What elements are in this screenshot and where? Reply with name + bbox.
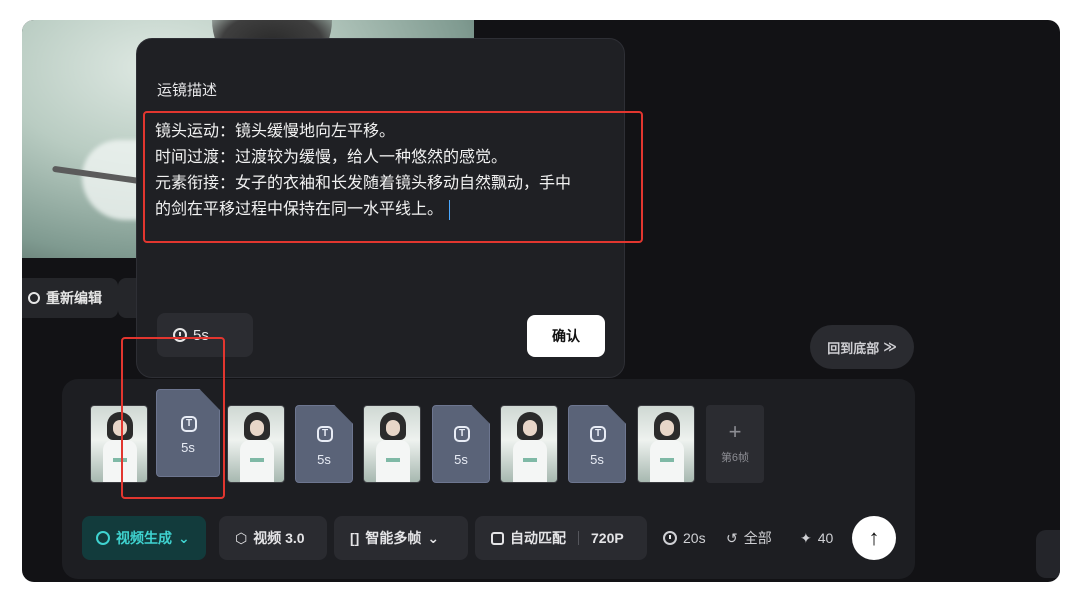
thumb-face [660, 420, 674, 436]
transition-duration: 5s [181, 440, 195, 455]
mode-select[interactable]: 视频生成 ⌄ [82, 516, 206, 560]
transition-duration: 5s [590, 452, 604, 467]
thumb-face [386, 420, 400, 436]
chevron-down-icon: ⌄ [178, 529, 190, 546]
mode-label: 视频生成 [116, 530, 172, 546]
submit-button[interactable]: ↑ [852, 516, 896, 560]
refresh-icon [28, 292, 40, 304]
reedit-label: 重新编辑 [46, 290, 102, 306]
description-textarea[interactable]: 镜头运动：镜头缓慢地向左平移。 时间过渡：过渡较为缓慢，给人一种悠然的感觉。 元… [143, 111, 643, 243]
scope-select[interactable]: ↺ 全部 [726, 516, 772, 560]
transition-card[interactable]: T 5s [295, 405, 353, 483]
model-label: 视频 3.0 [253, 530, 305, 546]
frame-thumbnail[interactable] [363, 405, 421, 483]
thumb-belt [250, 458, 264, 462]
text-icon: T [317, 426, 333, 442]
duration-selector[interactable]: 5s [157, 313, 253, 357]
model-select[interactable]: ⬡ 视频 3.0 [219, 516, 327, 560]
arrow-up-icon: ↑ [868, 525, 880, 550]
back-to-bottom-button[interactable]: 回到底部 ≫ [810, 325, 914, 369]
thumb-belt [660, 458, 674, 462]
description-line: 镜头运动：镜头缓慢地向左平移。 [155, 123, 396, 140]
popup-title: 运镜描述 [157, 82, 218, 99]
text-icon: T [454, 426, 470, 442]
transition-card[interactable]: T 5s [568, 405, 626, 483]
duration-value: 5s [193, 326, 209, 344]
frame-thumbnail[interactable] [227, 405, 285, 483]
text-icon: T [590, 426, 606, 442]
transition-card[interactable]: T 5s [156, 389, 220, 477]
divider [578, 531, 579, 545]
frame-thumbnail[interactable] [637, 405, 695, 483]
cube-icon: ⬡ [235, 529, 248, 546]
add-frame-button[interactable]: + 第6帧 [706, 405, 764, 483]
clock-icon [663, 531, 677, 545]
transition-duration: 5s [317, 452, 331, 467]
text-icon: T [181, 416, 197, 432]
chevron-down-icon: ⌄ [427, 529, 440, 546]
total-duration[interactable]: 20s [663, 516, 706, 560]
transition-card[interactable]: T 5s [432, 405, 490, 483]
aspect-icon [491, 531, 504, 545]
description-line: 时间过渡：过渡较为缓慢，给人一种悠然的感觉。 [155, 149, 508, 166]
reedit-button[interactable]: 重新编辑 [22, 278, 118, 318]
transition-duration: 5s [454, 452, 468, 467]
description-line: 的剑在平移过程中保持在同一水平线上。 [155, 201, 444, 218]
add-frame-label: 第6帧 [720, 452, 750, 464]
total-duration-value: 20s [683, 530, 706, 546]
credits-value: 40 [817, 530, 834, 546]
undo-icon: ↺ [726, 529, 738, 546]
plus-icon: + [728, 419, 742, 444]
chevron-down-icon: ≫ [883, 339, 897, 354]
generation-toolbar: T 5s T 5s T 5s T 5s + 第6帧 视频生成 ⌄ ⬡ 视频 3.… [62, 379, 915, 579]
thumb-belt [523, 458, 537, 462]
description-line: 元素衔接：女子的衣袖和长发随着镜头移动自然飘动，手中 [155, 175, 572, 192]
sparkle-icon: ✦ [800, 529, 812, 546]
frame-thumbnail[interactable] [90, 405, 148, 483]
thumb-face [523, 420, 537, 436]
clock-icon [173, 328, 187, 342]
frames-icon: [] [350, 530, 360, 546]
multi-frame-select[interactable]: [] 智能多帧 ⌄ [334, 516, 468, 560]
app-window: 重新编辑 回到底部 ≫ 运镜描述 镜头运动：镜头缓慢地向左平移。 时间过渡：过渡… [22, 20, 1060, 582]
thumb-face [250, 420, 264, 436]
thumb-belt [113, 458, 127, 462]
match-label: 自动匹配 [510, 530, 566, 546]
text-caret [449, 199, 451, 220]
side-panel-button[interactable] [1036, 530, 1060, 578]
video-generate-icon [96, 531, 110, 545]
back-bottom-label: 回到底部 [827, 340, 880, 356]
credits-cost: ✦ 40 [800, 516, 833, 560]
confirm-button[interactable]: 确认 [527, 315, 605, 357]
thumb-belt [386, 458, 400, 462]
thumb-face [113, 420, 127, 436]
camera-description-popup: 运镜描述 镜头运动：镜头缓慢地向左平移。 时间过渡：过渡较为缓慢，给人一种悠然的… [136, 38, 643, 378]
aspect-match-select[interactable]: 自动匹配 720P [475, 516, 647, 560]
scope-label: 全部 [743, 530, 772, 546]
resolution-label: 720P [591, 530, 624, 546]
frame-thumbnail[interactable] [500, 405, 558, 483]
multi-label: 智能多帧 [365, 530, 422, 546]
